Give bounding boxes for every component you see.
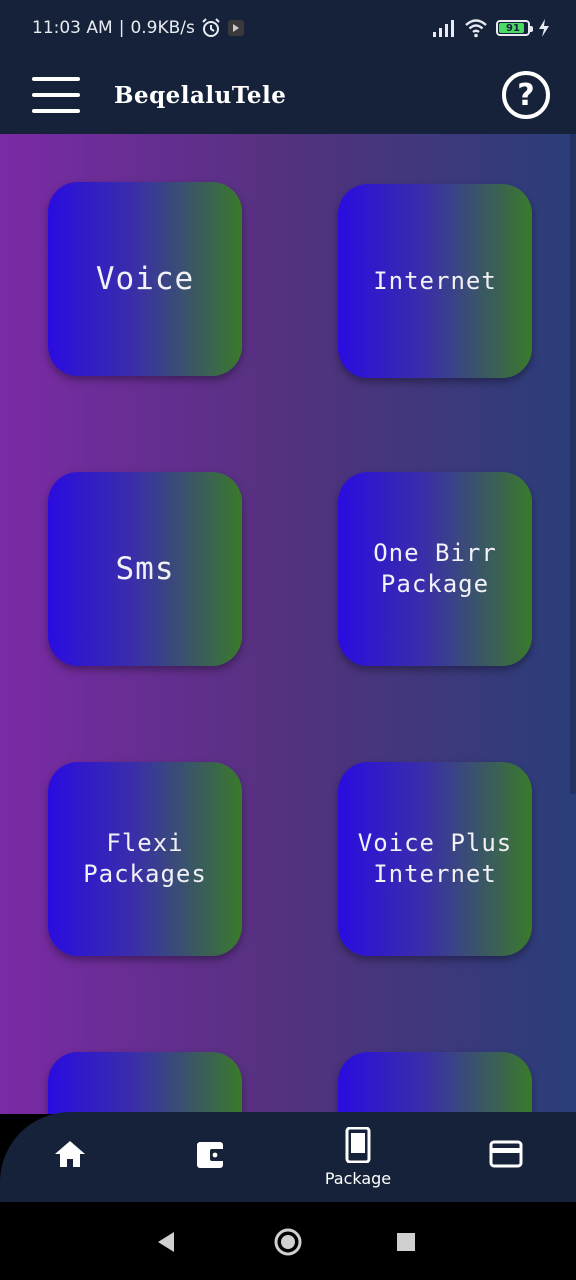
nav-wallet[interactable] bbox=[156, 1112, 266, 1202]
battery-icon: 91 bbox=[496, 20, 533, 36]
home-button-icon[interactable] bbox=[273, 1227, 303, 1257]
tile-partial-left[interactable] bbox=[48, 1052, 242, 1114]
nav-package[interactable]: Package bbox=[303, 1112, 413, 1202]
tile-partial-right[interactable] bbox=[338, 1052, 532, 1114]
alarm-icon bbox=[202, 18, 220, 37]
tile-label: Internet bbox=[373, 266, 497, 295]
tile-label: Voice Plus Internet bbox=[357, 829, 513, 888]
tile-internet[interactable]: Internet bbox=[338, 184, 532, 378]
tile-voice[interactable]: Voice bbox=[48, 182, 242, 376]
status-left: 11:03 AM | 0.9KB/s bbox=[32, 18, 245, 38]
help-glyph: ? bbox=[517, 77, 535, 113]
app-notification-icon bbox=[227, 20, 244, 36]
phone-icon bbox=[345, 1126, 371, 1163]
tile-label: One Birr Package bbox=[373, 539, 497, 598]
status-bar: 11:03 AM | 0.9KB/s 91 bbox=[0, 0, 576, 56]
tile-one-birr-package[interactable]: One Birr Package bbox=[338, 472, 532, 666]
tile-sms[interactable]: Sms bbox=[48, 472, 242, 666]
recents-icon[interactable] bbox=[397, 1233, 415, 1251]
tile-label: Flexi Packages bbox=[83, 829, 207, 888]
bottom-nav: Package bbox=[0, 1112, 576, 1202]
scrollbar[interactable] bbox=[570, 134, 576, 794]
status-right: 91 bbox=[432, 18, 550, 38]
back-icon[interactable] bbox=[156, 1231, 176, 1253]
status-network-speed: 0.9KB/s bbox=[130, 18, 195, 38]
charging-icon bbox=[539, 19, 549, 37]
app-bar: BeqelaluTele ? bbox=[0, 56, 576, 134]
battery-level: 91 bbox=[506, 22, 520, 34]
signal-icon bbox=[433, 20, 454, 37]
system-nav-bar bbox=[0, 1202, 576, 1280]
wifi-icon bbox=[465, 19, 487, 38]
card-icon bbox=[489, 1140, 523, 1168]
home-icon bbox=[55, 1141, 85, 1167]
tile-flexi-packages[interactable]: Flexi Packages bbox=[48, 762, 242, 956]
tile-label: Voice bbox=[95, 260, 195, 297]
tile-voice-plus-internet[interactable]: Voice Plus Internet bbox=[338, 762, 532, 956]
nav-home[interactable] bbox=[15, 1112, 125, 1202]
nav-card[interactable] bbox=[451, 1112, 561, 1202]
nav-label: Package bbox=[324, 1168, 392, 1188]
wallet-icon bbox=[197, 1142, 226, 1168]
status-time: 11:03 AM bbox=[32, 18, 113, 38]
package-grid[interactable]: Voice Internet Sms One Birr Package Flex… bbox=[0, 134, 576, 1114]
status-separator: | bbox=[118, 18, 125, 38]
hamburger-menu-icon[interactable] bbox=[32, 77, 80, 113]
app-title: BeqelaluTele bbox=[114, 81, 287, 109]
help-circle-icon[interactable]: ? bbox=[502, 71, 550, 119]
tile-label: Sms bbox=[115, 550, 175, 587]
